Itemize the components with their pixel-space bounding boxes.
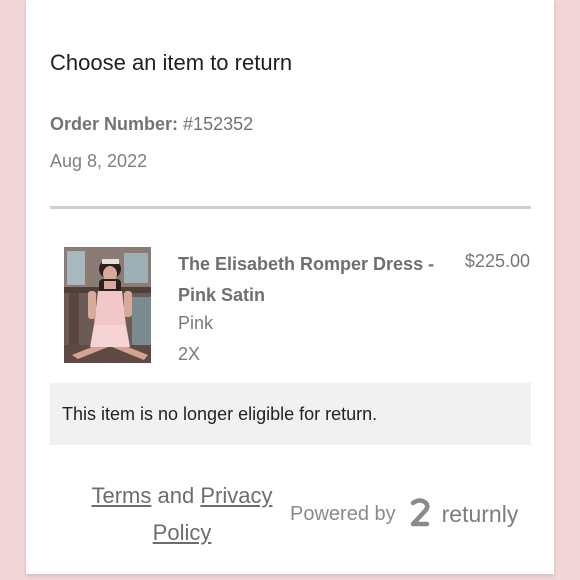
ineligible-notice: This item is no longer eligible for retu… xyxy=(50,383,531,445)
order-number-label: Order Number: xyxy=(50,114,179,134)
page-title: Choose an item to return xyxy=(50,50,293,75)
order-number-value: #152352 xyxy=(183,114,254,134)
order-number: Order Number: #152352 xyxy=(50,114,253,135)
product-price: $225.00 xyxy=(464,251,530,271)
order-date: Aug 8, 2022 xyxy=(50,151,148,171)
product-size: 2X xyxy=(178,344,201,364)
return-card: Choose an item to return Order Number: #… xyxy=(26,0,554,574)
and-text: and xyxy=(157,483,195,508)
divider xyxy=(50,206,531,209)
product-name: The Elisabeth Romper Dress - Pink Satin xyxy=(178,254,435,305)
footer-links: Terms and Privacy Policy xyxy=(66,477,298,551)
returnly-brand: returnly xyxy=(441,500,519,527)
powered-by-returnly[interactable]: Powered by returnly xyxy=(290,497,518,531)
terms-link[interactable]: Terms xyxy=(92,483,152,508)
powered-by-text: Powered by xyxy=(290,502,396,525)
returnly-logo-icon xyxy=(396,497,442,531)
product-image[interactable] xyxy=(64,247,151,363)
ineligible-notice-text: This item is no longer eligible for retu… xyxy=(62,403,378,424)
product-color: Pink xyxy=(178,313,214,333)
